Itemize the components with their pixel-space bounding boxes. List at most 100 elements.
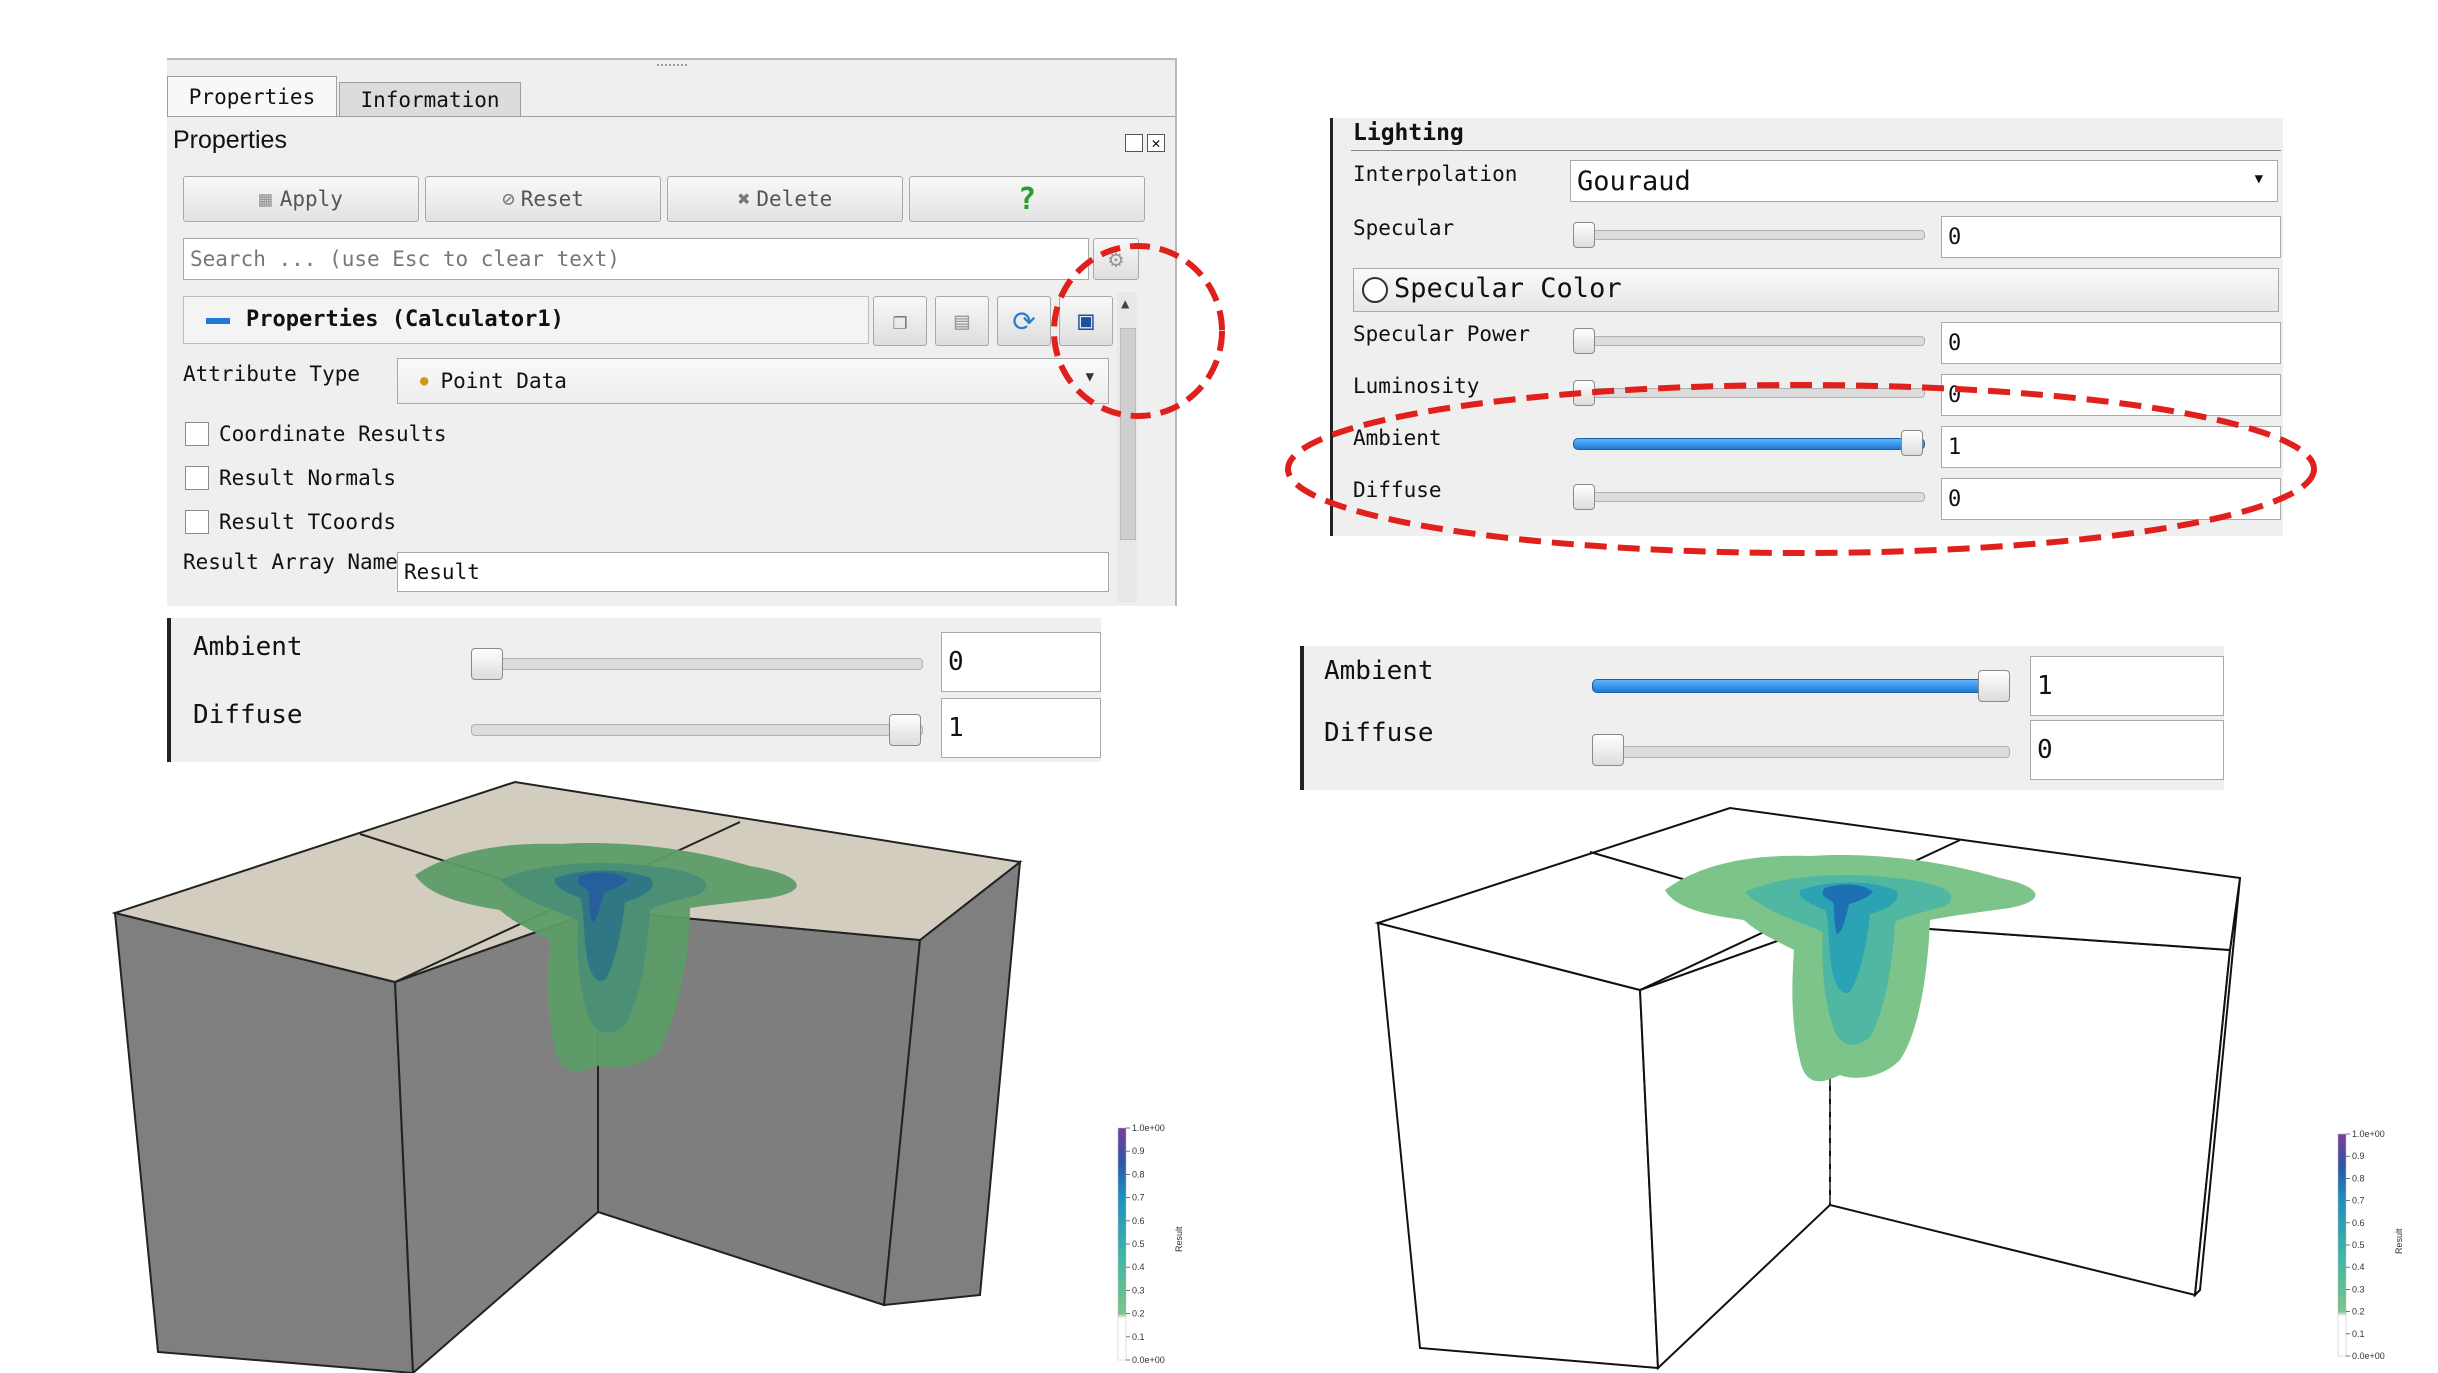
section-title: Properties (Calculator1) <box>246 307 564 332</box>
diffuse-input[interactable]: 0 <box>2030 720 2224 780</box>
specular-color-button[interactable]: Specular Color <box>1353 268 2279 312</box>
specular-slider[interactable] <box>1573 230 1925 240</box>
reset-button[interactable]: ⊘ Reset <box>425 176 661 222</box>
delete-button[interactable]: ✖ Delete <box>667 176 903 222</box>
result-normals-checkbox[interactable] <box>185 466 209 490</box>
help-icon: ? <box>1017 181 1037 217</box>
strip-right: Ambient 1 Diffuse 0 <box>1300 646 2224 790</box>
section-header[interactable]: Properties (Calculator1) <box>183 296 869 344</box>
apply-button[interactable]: ▦ Apply <box>183 176 419 222</box>
attribute-type-select[interactable]: ● Point Data ▼ <box>397 358 1109 404</box>
colorbar-tick-label: 0.8 <box>1132 1169 1145 1179</box>
attribute-type-label: Attribute Type <box>183 362 361 386</box>
ambient-input[interactable]: 0 <box>941 632 1101 692</box>
paste-button[interactable]: ▤ <box>935 296 989 346</box>
strip-left: Ambient 0 Diffuse 1 <box>167 618 1101 762</box>
ambient-label: Ambient <box>193 632 303 662</box>
colorbar-tick-label: 0.9 <box>1132 1146 1145 1156</box>
copy-icon: ❐ <box>892 307 908 335</box>
diffuse-label: Diffuse <box>1324 718 1434 748</box>
result-array-input[interactable]: Result <box>397 552 1109 592</box>
result-tcoords-label: Result TCoords <box>219 510 397 534</box>
ambient-slider[interactable] <box>1592 679 2010 693</box>
help-button[interactable]: ? <box>909 176 1145 222</box>
result-normals-label: Result Normals <box>219 466 397 490</box>
colorbar-tick-label: 0.1 <box>2352 1329 2365 1339</box>
highlight-ellipse <box>1285 382 2317 556</box>
box-left-face <box>1376 921 1660 1370</box>
colorbar-tick-label: 0.3 <box>1132 1285 1145 1295</box>
diffuse-slider-handle[interactable] <box>889 714 921 746</box>
colorbar-tick-label: 0.2 <box>2352 1307 2365 1317</box>
specular-power-slider[interactable] <box>1573 336 1925 346</box>
copy-button[interactable]: ❐ <box>873 296 927 346</box>
colorbar-tick-label: 0.6 <box>2352 1218 2365 1228</box>
result-tcoords-checkbox[interactable] <box>185 510 209 534</box>
panel-title: Properties <box>173 126 287 154</box>
result-array-label: Result Array Name <box>183 550 398 574</box>
specular-power-slider-handle[interactable] <box>1573 328 1595 354</box>
colorbar-tick-label: 1.0e+00 <box>1132 1123 1165 1133</box>
diffuse-slider-handle[interactable] <box>1592 734 1624 766</box>
colorbar-tick-label: 0.4 <box>1132 1262 1145 1272</box>
box-left-face <box>113 911 415 1373</box>
tab-properties[interactable]: Properties <box>167 76 337 116</box>
colorbar-tick-label: 0.0e+00 <box>1132 1355 1165 1365</box>
colorbar-title: Result <box>2394 1228 2404 1254</box>
diffuse-slider[interactable] <box>1592 746 2010 758</box>
interpolation-select[interactable]: Gouraud ▼ <box>1570 160 2278 202</box>
delete-icon: ✖ <box>737 187 751 211</box>
specular-power-input[interactable]: 0 <box>1941 322 2281 364</box>
colorbar-left: 1.0e+00 0.9 0.8 0.7 0.6 0.5 0.4 0.3 0.2 0.1 0.0e+0… <box>1117 1123 1184 1365</box>
dropdown-arrow-icon: ▼ <box>2254 171 2263 187</box>
coordinate-results-checkbox[interactable] <box>185 422 209 446</box>
colorbar-gradient <box>1117 1127 1127 1361</box>
colorbar-tick-label: 0.1 <box>1132 1332 1145 1342</box>
colorbar-tick-label: 0.5 <box>1132 1239 1145 1249</box>
specular-slider-handle[interactable] <box>1573 222 1595 248</box>
collapse-bar-icon <box>206 318 230 324</box>
close-icon[interactable]: ✕ <box>1147 134 1165 152</box>
lighting-divider <box>1351 150 2281 151</box>
specular-power-label: Specular Power <box>1353 322 1531 346</box>
colorbar-tick-label: 1.0e+00 <box>2352 1129 2385 1139</box>
coordinate-results-label: Coordinate Results <box>219 422 447 446</box>
specular-input[interactable]: 0 <box>1941 216 2281 258</box>
properties-panel: Properties Information Properties ✕ ▦ App… <box>167 58 1177 606</box>
search-input[interactable]: Search ... (use Esc to clear text) <box>183 238 1089 280</box>
render-view-shaded[interactable] <box>0 770 1220 1373</box>
tab-information[interactable]: Information <box>339 82 521 116</box>
colorbar-right: 1.0e+00 0.9 0.8 0.7 0.6 0.5 0.4 0.3 0.2 0.1 0.0e+0… <box>2337 1129 2404 1361</box>
undock-icon[interactable] <box>1125 134 1143 152</box>
radio-icon <box>1362 277 1388 303</box>
specular-label: Specular <box>1353 216 1455 240</box>
diffuse-slider[interactable] <box>471 724 923 736</box>
colorbar-tick-label: 0.0e+00 <box>2352 1351 2385 1361</box>
panel-grip[interactable] <box>657 64 687 69</box>
colorbar-tick-label: 0.5 <box>2352 1240 2365 1250</box>
point-data-icon: ● <box>420 373 429 389</box>
colorbar-tick-label: 0.9 <box>2352 1151 2365 1161</box>
colorbar-tick-label: 0.8 <box>2352 1173 2365 1183</box>
reset-icon: ⊘ <box>502 187 515 211</box>
colorbar-tick-label: 0.4 <box>2352 1262 2365 1272</box>
ambient-slider-handle[interactable] <box>471 648 503 680</box>
colorbar-tick-label: 0.2 <box>1132 1309 1145 1319</box>
highlight-circle <box>1051 243 1225 419</box>
ambient-slider[interactable] <box>471 658 923 670</box>
paste-icon: ▤ <box>954 307 970 335</box>
render-view-ambient[interactable] <box>1340 790 2290 1373</box>
ambient-input[interactable]: 1 <box>2030 656 2224 716</box>
colorbar-title: Result <box>1174 1226 1184 1252</box>
tab-bar-line <box>167 116 1175 117</box>
diffuse-label: Diffuse <box>193 700 303 730</box>
diffuse-input[interactable]: 1 <box>941 698 1101 758</box>
apply-icon: ▦ <box>259 187 272 211</box>
colorbar-tick-label: 0.3 <box>2352 1284 2365 1294</box>
colorbar-gradient <box>2337 1133 2347 1357</box>
colorbar-tick-label: 0.6 <box>1132 1216 1145 1226</box>
colorbar-tick-label: 0.7 <box>1132 1193 1145 1203</box>
lighting-title: Lighting <box>1353 120 1464 146</box>
ambient-slider-handle[interactable] <box>1978 670 2010 702</box>
interpolation-label: Interpolation <box>1353 162 1518 186</box>
